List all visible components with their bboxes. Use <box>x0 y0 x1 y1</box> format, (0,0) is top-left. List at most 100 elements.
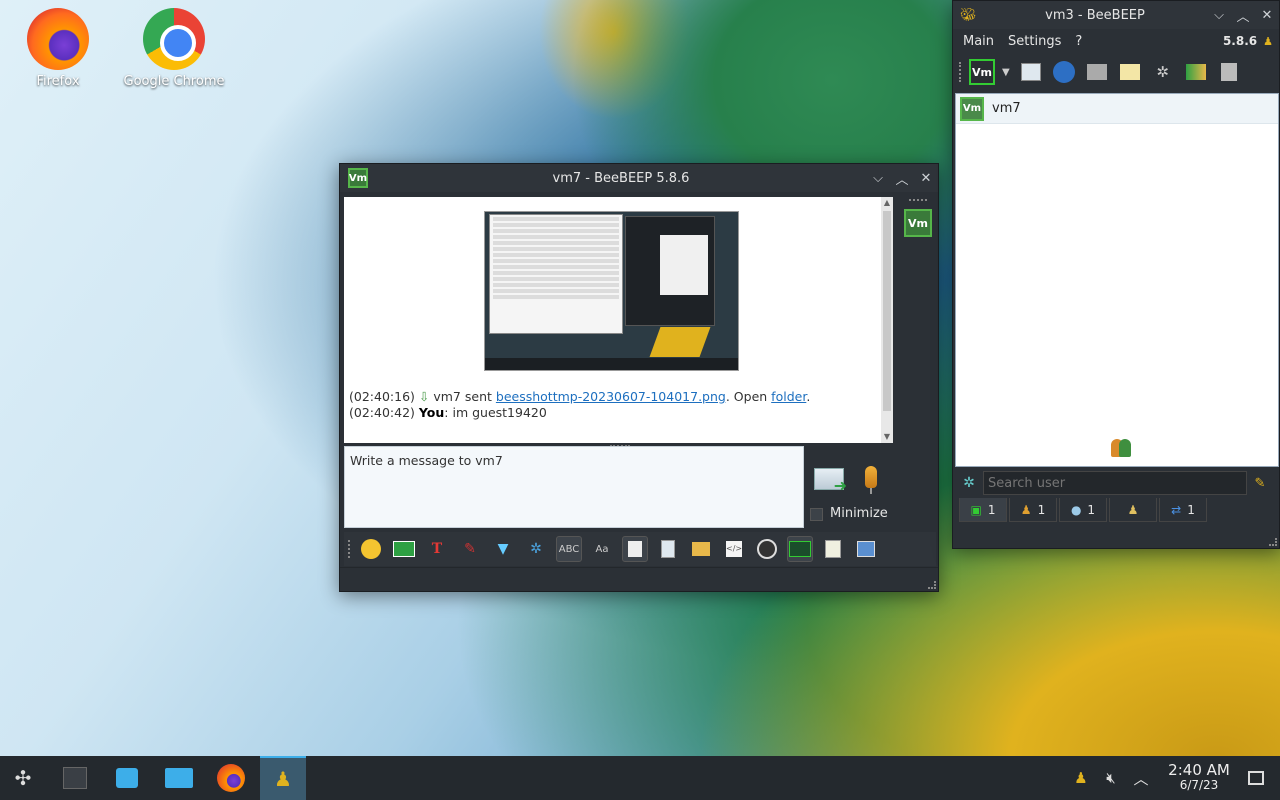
groups-icon: ♟ <box>1020 502 1032 517</box>
menu-settings[interactable]: Settings <box>1008 34 1061 49</box>
search-user-input[interactable] <box>983 471 1247 495</box>
discover-icon[interactable] <box>104 756 150 800</box>
beebeep-tray-icon[interactable]: ♟ <box>1066 769 1096 787</box>
settings-icon[interactable]: ✲ <box>523 536 549 562</box>
broadcast-icon[interactable] <box>1051 59 1077 85</box>
scroll-up-icon[interactable]: ▲ <box>881 197 893 209</box>
member-avatar[interactable]: Vm <box>904 209 932 237</box>
bee-icon: 🐝︎ <box>959 7 977 23</box>
share-folder-icon[interactable] <box>1183 59 1209 85</box>
text-color-icon[interactable]: T <box>424 536 450 562</box>
tab-files[interactable]: ⇄ 1 <box>1159 498 1207 522</box>
message-text: : im guest19420 <box>444 405 547 420</box>
send-area: Minimize <box>808 446 892 528</box>
firefox-icon <box>27 8 89 70</box>
chevron-down-icon[interactable]: ▼ <box>1002 67 1010 78</box>
volume-muted-icon[interactable]: 🔇︎ <box>1096 769 1126 787</box>
window-icon[interactable] <box>853 536 879 562</box>
chevron-up-icon[interactable]: ︿ <box>1126 768 1156 789</box>
main-titlebar[interactable]: 🐝︎ vm3 - BeeBEEP ⌵ ︿ ✕ <box>953 1 1279 29</box>
clear-search-icon[interactable]: ✎ <box>1247 476 1273 491</box>
send-message-icon[interactable] <box>814 468 847 495</box>
menu-help[interactable]: ? <box>1075 34 1082 49</box>
desktop-icon-chrome[interactable]: Google Chrome <box>119 8 229 89</box>
screenshot-thumbnail[interactable] <box>484 211 739 371</box>
window-vm-badge: Vm <box>348 168 368 188</box>
notes-icon[interactable] <box>1117 59 1143 85</box>
profile-icon[interactable] <box>1018 59 1044 85</box>
tab-users[interactable]: ▣ 1 <box>959 498 1007 522</box>
close-window-button[interactable]: ✕ <box>1255 3 1279 27</box>
bee-icon: ♟ <box>1263 34 1273 48</box>
search-icon: ✲ <box>963 475 975 491</box>
spellcheck-icon[interactable]: ABC <box>556 536 582 562</box>
chat-history[interactable]: (02:40:16) ⇩ vm7 sent beesshottmp-202306… <box>344 197 893 443</box>
file-link[interactable]: beesshottmp-20230607-104017.png <box>496 389 726 404</box>
clock-time: 2:40 AM <box>1168 761 1230 779</box>
message-input[interactable]: Write a message to vm7 <box>344 446 804 528</box>
trash-icon[interactable] <box>1216 59 1242 85</box>
clock[interactable]: 2:40 AM 6/7/23 <box>1164 763 1234 793</box>
beebeep-taskbar-icon[interactable]: ♟ <box>260 756 306 800</box>
tab-group-add[interactable]: ♟ <box>1109 498 1157 522</box>
font-icon[interactable]: ✎ <box>457 536 483 562</box>
main-menubar: Main Settings ? 5.8.6 ♟ <box>953 29 1279 53</box>
main-toolbar: Vm ▼ ✲ <box>953 53 1279 91</box>
minimize-window-button[interactable]: ⌵ <box>1207 3 1231 27</box>
mail-icon[interactable] <box>391 536 417 562</box>
main-window: 🐝︎ vm3 - BeeBEEP ⌵ ︿ ✕ Main Settings ? 5… <box>952 0 1280 549</box>
chat-toolbar: T ✎ ▼ ✲ ABC Aa </> <box>344 532 936 566</box>
tab-chats[interactable]: ● 1 <box>1059 498 1107 522</box>
microphone-icon[interactable] <box>865 466 877 494</box>
emoticon-icon[interactable] <box>358 536 384 562</box>
status-vm-badge[interactable]: Vm <box>969 59 995 85</box>
user-list-item[interactable]: Vm vm7 <box>956 94 1278 124</box>
terminal-icon[interactable] <box>787 536 813 562</box>
show-desktop-icon[interactable] <box>1248 771 1264 785</box>
send-file-icon[interactable] <box>655 536 681 562</box>
send-folder-icon[interactable] <box>688 536 714 562</box>
filter-icon[interactable]: ▼ <box>490 536 516 562</box>
folder-link[interactable]: folder <box>771 389 806 404</box>
home-icon[interactable] <box>1084 59 1110 85</box>
maximize-window-button[interactable]: ︿ <box>890 166 914 190</box>
files-icon: ⇄ <box>1171 502 1182 517</box>
panel-grip[interactable] <box>909 199 927 203</box>
tab-count: 1 <box>1087 502 1096 517</box>
screenshot-icon[interactable] <box>754 536 780 562</box>
minimize-checkbox[interactable] <box>810 508 823 521</box>
menu-main[interactable]: Main <box>963 34 994 49</box>
resize-grip-icon[interactable] <box>1269 538 1277 546</box>
avatar: Vm <box>960 96 984 121</box>
desktop-icon-firefox[interactable]: Firefox <box>3 8 113 89</box>
member-panel: Vm <box>900 197 936 527</box>
chat-scrollbar[interactable]: ▲ ▼ <box>881 197 893 443</box>
app-launcher-icon[interactable]: ✣ <box>0 756 46 800</box>
resize-grip-icon[interactable] <box>928 581 936 589</box>
save-chat-icon[interactable] <box>820 536 846 562</box>
scroll-down-icon[interactable]: ▼ <box>881 431 893 443</box>
close-window-button[interactable]: ✕ <box>914 166 938 190</box>
minimize-label: Minimize <box>830 506 888 521</box>
font-style-icon[interactable]: Aa <box>589 536 615 562</box>
toolbar-grip[interactable] <box>959 62 963 82</box>
chat-titlebar[interactable]: Vm vm7 - BeeBEEP 5.8.6 ⌵ ︿ ✕ <box>340 164 938 192</box>
maximize-window-button[interactable]: ︿ <box>1231 3 1255 27</box>
plugins-icon[interactable]: ✲ <box>1150 59 1176 85</box>
user-list[interactable]: Vm vm7 <box>955 93 1279 467</box>
file-manager-icon[interactable] <box>156 756 202 800</box>
system-settings-icon[interactable] <box>52 756 98 800</box>
tab-groups[interactable]: ♟ 1 <box>1009 498 1057 522</box>
compact-view-icon[interactable] <box>622 536 648 562</box>
toolbar-grip[interactable] <box>348 540 352 558</box>
users-online-icon: ▣ <box>970 502 982 517</box>
scrollbar-thumb[interactable] <box>883 211 891 411</box>
firefox-taskbar-icon[interactable] <box>208 756 254 800</box>
minimize-window-button[interactable]: ⌵ <box>866 166 890 190</box>
tab-count: 1 <box>1037 502 1046 517</box>
chat-message: (02:40:42) You: im guest19420 <box>349 405 547 420</box>
message-sender: You <box>418 405 445 420</box>
message-time: (02:40:42) <box>349 405 415 420</box>
html-code-icon[interactable]: </> <box>721 536 747 562</box>
taskbar: ✣ ♟ ♟ 🔇︎ ︿ 2:40 AM 6/7/23 <box>0 756 1280 800</box>
